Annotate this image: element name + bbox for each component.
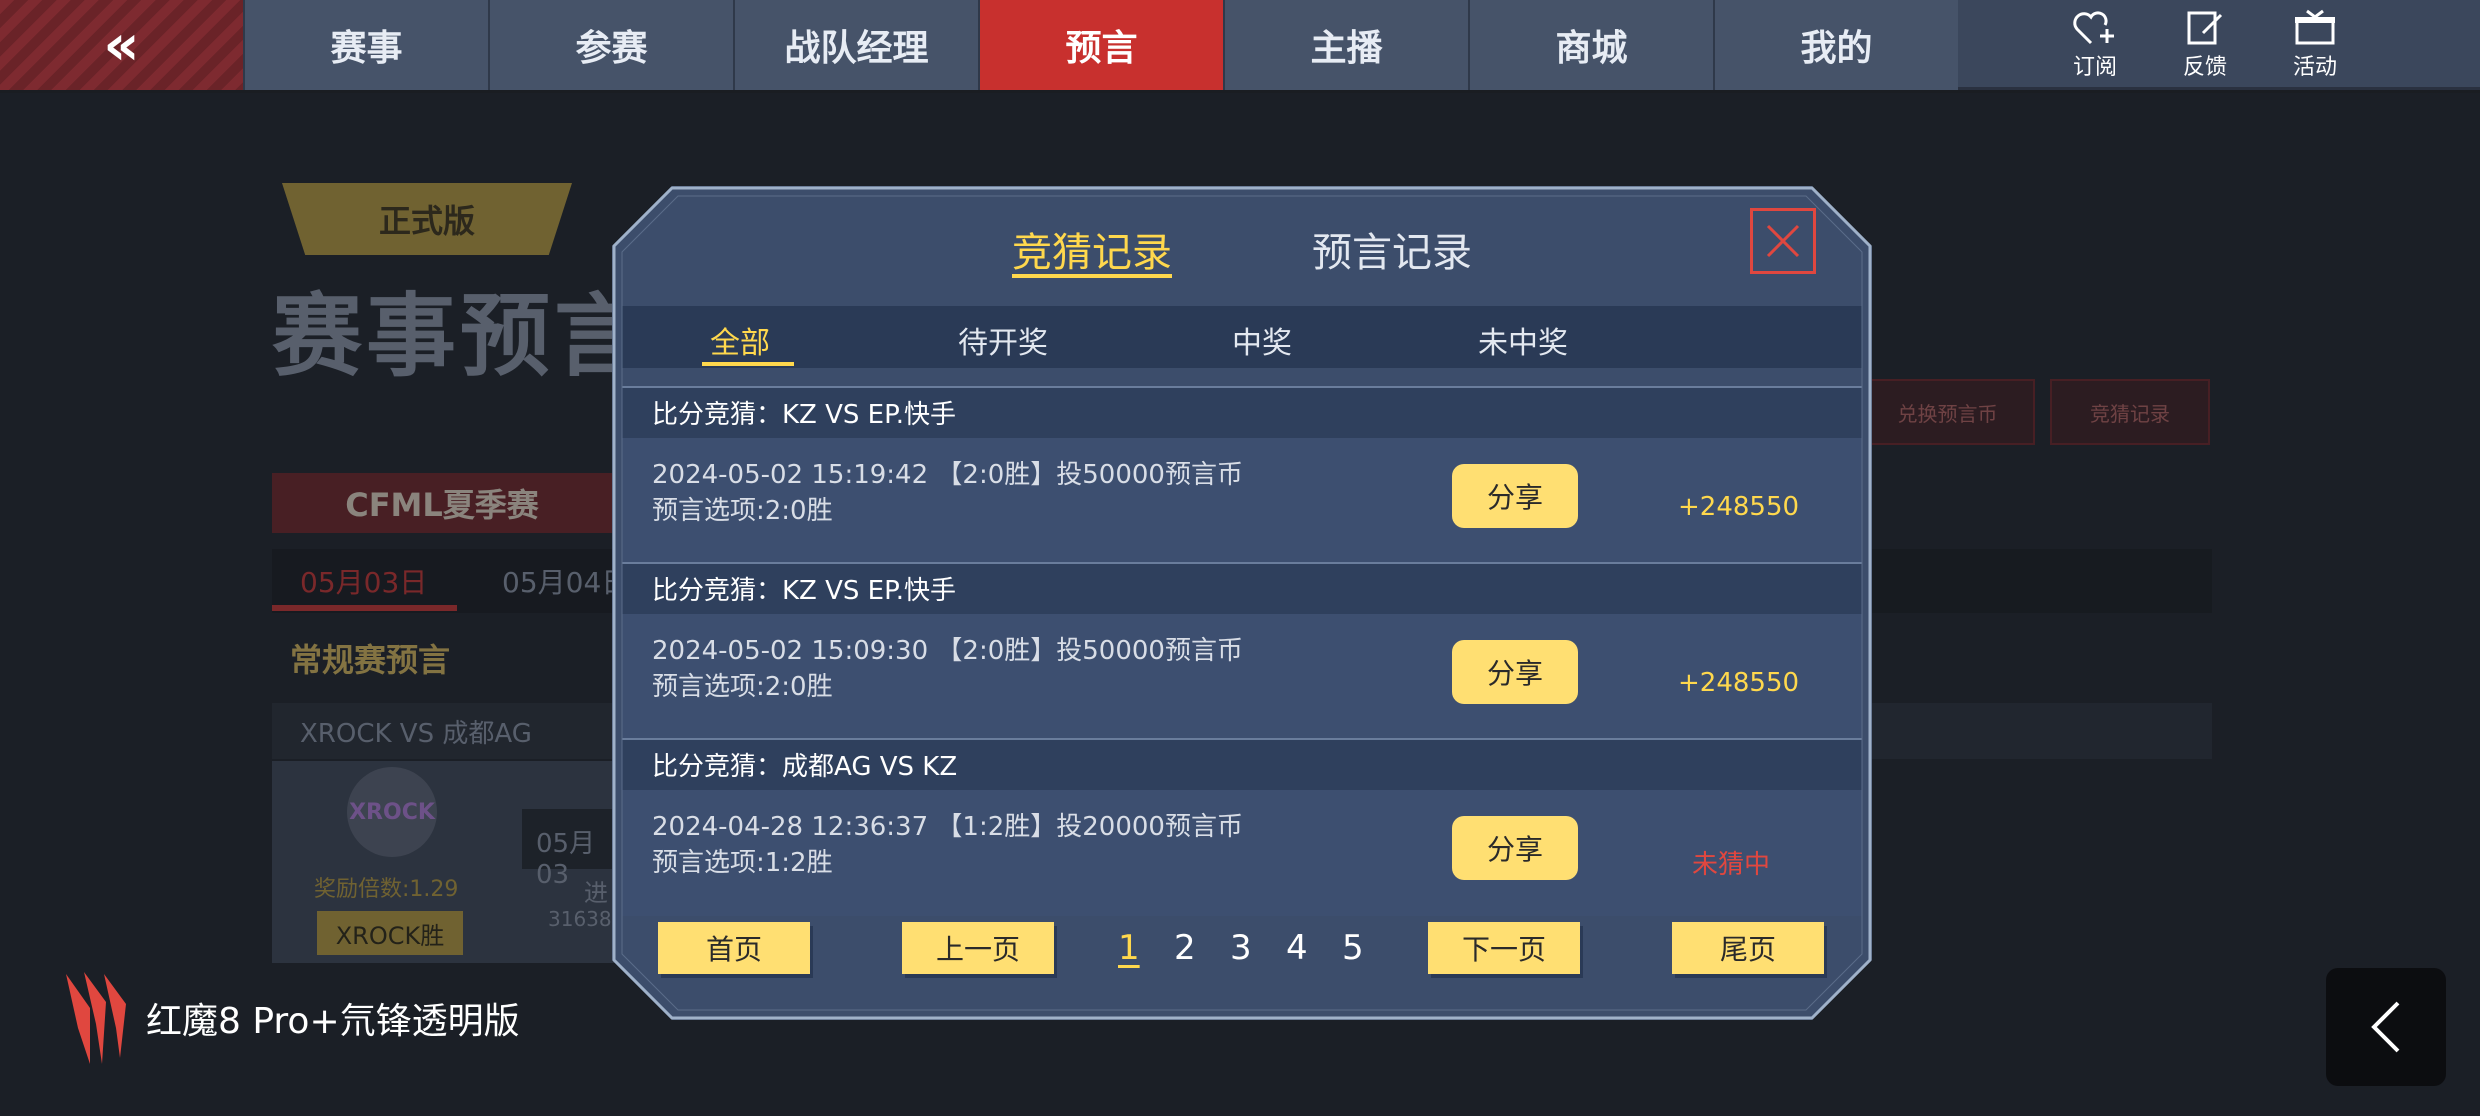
match-label: XROCK VS 成都AG <box>300 719 532 749</box>
bet-xrock-win-button[interactable]: XROCK胜 <box>317 911 463 955</box>
prev-page-button[interactable]: 上一页 <box>902 922 1054 974</box>
guess-records-button[interactable]: 竞猜记录 <box>2050 379 2210 445</box>
feedback-button[interactable]: 反馈 <box>2170 7 2240 81</box>
device-name: 红魔8 Pro+氘锋透明版 <box>146 1001 520 1042</box>
dialog-header: 竞猜记录 预言记录 <box>612 186 1872 306</box>
filter-tabs: 全部 待开奖 中奖 未中奖 <box>622 306 1862 368</box>
date-tab-underline <box>272 605 457 611</box>
record-title: 比分竞猜：KZ VS EP.快手 <box>622 564 1862 614</box>
share-button[interactable]: 分享 <box>1452 640 1578 704</box>
record-detail: 2024-05-02 15:19:42 【2:0胜】投50000预言币 <box>652 460 1243 490</box>
page-title: 赛事预言 <box>272 284 648 389</box>
date-tab-active[interactable]: 05月03日 <box>300 561 427 601</box>
filter-active-underline <box>702 362 794 366</box>
record-item: 比分竞猜：KZ VS EP.快手 2024-05-02 15:19:42 【2:… <box>622 386 1862 564</box>
tab-streamers[interactable]: 主播 <box>1223 0 1468 90</box>
record-item: 比分竞猜：KZ VS EP.快手 2024-05-02 15:09:30 【2:… <box>622 562 1862 740</box>
tab-mine[interactable]: 我的 <box>1713 0 1958 90</box>
tab-prophecy[interactable]: 预言 <box>978 0 1223 90</box>
last-page-button[interactable]: 尾页 <box>1672 922 1824 974</box>
filter-lost[interactable]: 未中奖 <box>1478 318 1568 362</box>
share-button[interactable]: 分享 <box>1452 816 1578 880</box>
nav-actions: 订阅 反馈 活动 <box>2060 0 2480 87</box>
record-result: +248550 <box>1678 668 1800 698</box>
page-number[interactable]: 2 <box>1174 928 1196 968</box>
pagination: 首页 上一页 1 2 3 4 5 下一页 尾页 <box>612 922 1872 982</box>
record-body: 2024-05-02 15:19:42 【2:0胜】投50000预言币 预言选项… <box>622 438 1862 564</box>
page-number[interactable]: 3 <box>1230 928 1252 968</box>
record-body: 2024-04-28 12:36:37 【1:2胜】投20000预言币 预言选项… <box>622 790 1862 916</box>
record-detail: 2024-04-28 12:36:37 【1:2胜】投20000预言币 <box>652 812 1243 842</box>
red-magic-logo-icon <box>66 972 126 1064</box>
first-page-button[interactable]: 首页 <box>658 922 810 974</box>
close-icon <box>1766 224 1800 258</box>
season-label: CFML夏季赛 <box>272 473 612 533</box>
page-number[interactable]: 5 <box>1342 928 1364 968</box>
share-button[interactable]: 分享 <box>1452 464 1578 528</box>
match-progress: 进 <box>584 879 608 907</box>
close-button[interactable] <box>1750 208 1816 274</box>
record-body: 2024-05-02 15:09:30 【2:0胜】投50000预言币 预言选项… <box>622 614 1862 740</box>
back-button[interactable]: « <box>0 0 243 90</box>
record-result: +248550 <box>1678 492 1800 522</box>
tab-prophecy-records[interactable]: 预言记录 <box>1312 220 1472 278</box>
record-title: 比分竞猜：成都AG VS KZ <box>622 740 1862 790</box>
tab-participate[interactable]: 参赛 <box>488 0 733 90</box>
tab-team-manager[interactable]: 战队经理 <box>733 0 978 90</box>
record-result: 未猜中 <box>1692 850 1771 880</box>
edit-icon <box>2187 11 2223 44</box>
next-page-button[interactable]: 下一页 <box>1428 922 1580 974</box>
date-tab[interactable]: 05月04日 <box>502 561 629 601</box>
device-watermark: 红魔8 Pro+氘锋透明版 <box>60 968 520 1068</box>
record-title: 比分竞猜：KZ VS EP.快手 <box>622 388 1862 438</box>
activity-button[interactable]: 活动 <box>2280 7 2350 81</box>
gift-icon <box>2295 9 2335 44</box>
team-logo: XROCK <box>347 767 437 857</box>
filter-won[interactable]: 中奖 <box>1232 318 1292 362</box>
exchange-coins-button[interactable]: 兑换预言币 <box>1860 379 2035 445</box>
record-option: 预言选项:2:0胜 <box>652 496 833 526</box>
page-number[interactable]: 1 <box>1118 928 1140 968</box>
tab-guess-records[interactable]: 竞猜记录 <box>1012 220 1172 278</box>
section-title: 常规赛预言 <box>290 641 451 679</box>
edition-badge: 正式版 <box>282 183 572 255</box>
record-option: 预言选项:2:0胜 <box>652 672 833 702</box>
record-item: 比分竞猜：成都AG VS KZ 2024-04-28 12:36:37 【1:2… <box>622 738 1862 916</box>
odds-label: 奖励倍数:1.29 <box>314 877 459 902</box>
tab-events[interactable]: 赛事 <box>243 0 488 90</box>
top-nav: « 赛事 参赛 战队经理 预言 主播 商城 我的 订阅 反馈 活动 <box>0 0 2480 90</box>
tab-shop[interactable]: 商城 <box>1468 0 1713 90</box>
double-chevron-left-icon: « <box>103 12 140 78</box>
filter-all[interactable]: 全部 <box>710 318 770 362</box>
floating-back-button[interactable] <box>2326 968 2446 1086</box>
chevron-left-icon <box>2371 1001 2400 1053</box>
page-number[interactable]: 4 <box>1286 928 1308 968</box>
filter-pending[interactable]: 待开奖 <box>958 318 1048 362</box>
heart-plus-icon <box>2073 10 2114 44</box>
records-dialog: 竞猜记录 预言记录 全部 待开奖 中奖 未中奖 比分竞猜：KZ VS EP.快手… <box>612 186 1872 1020</box>
match-count: 31638 <box>548 907 612 931</box>
subscribe-button[interactable]: 订阅 <box>2060 7 2130 81</box>
record-detail: 2024-05-02 15:09:30 【2:0胜】投50000预言币 <box>652 636 1243 666</box>
record-option: 预言选项:1:2胜 <box>652 848 833 878</box>
